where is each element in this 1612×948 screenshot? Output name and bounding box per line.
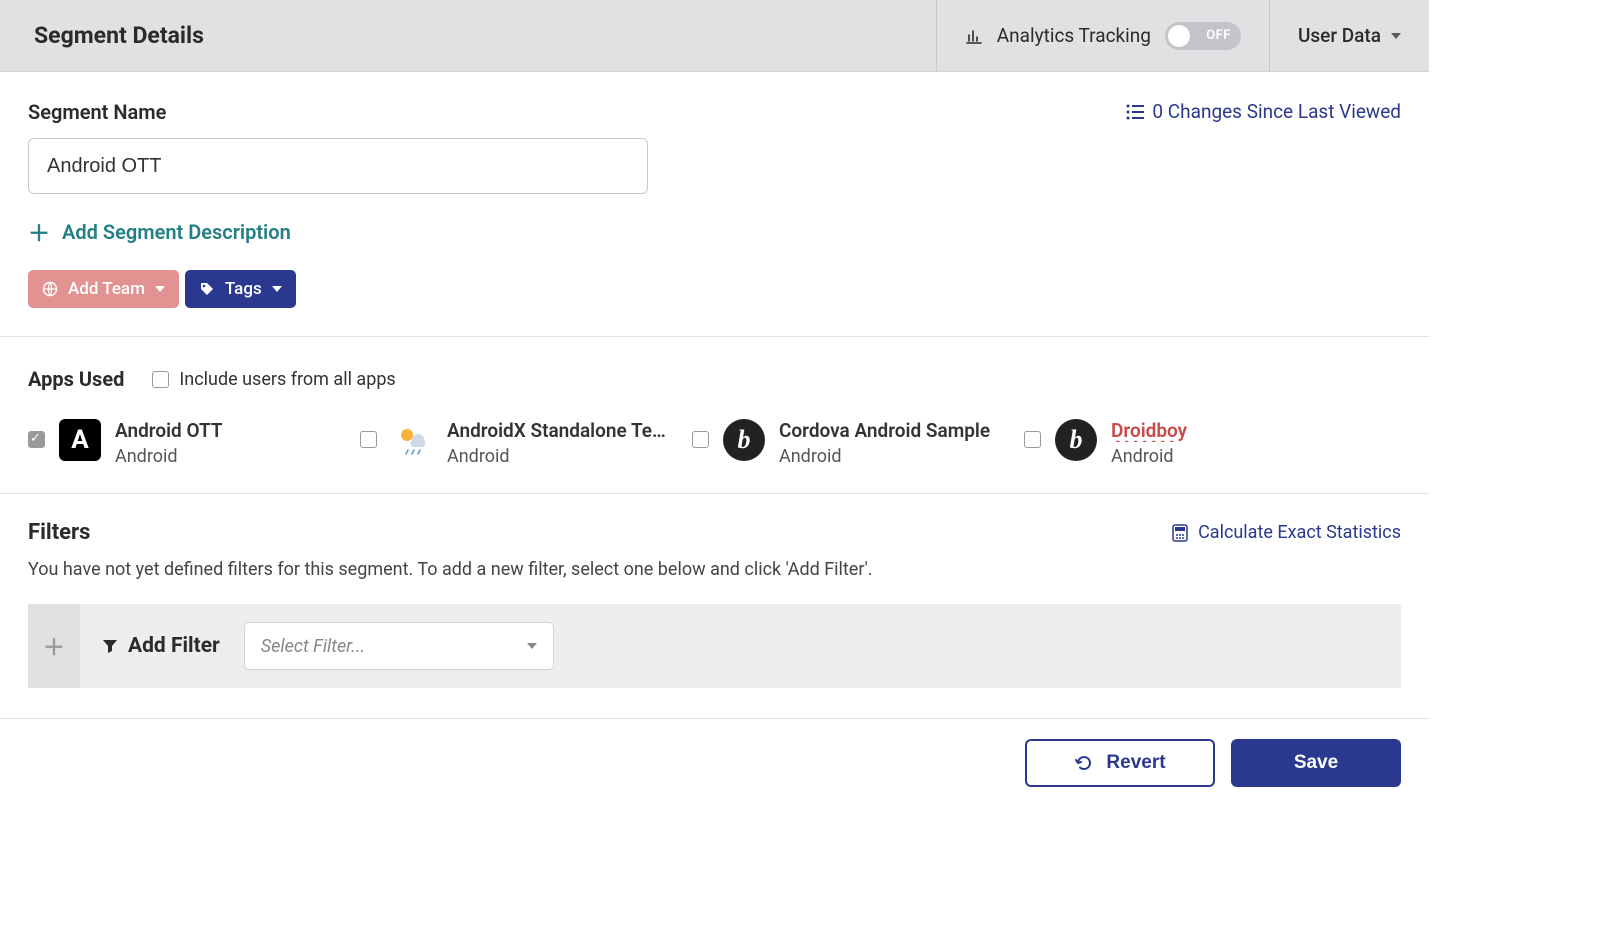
caret-down-icon: [527, 643, 537, 649]
save-label: Save: [1294, 752, 1338, 774]
include-all-apps-row[interactable]: Include users from all apps: [152, 369, 395, 390]
analytics-label: Analytics Tracking: [997, 24, 1151, 47]
changes-text: 0 Changes Since Last Viewed: [1152, 100, 1401, 123]
add-filter-plus[interactable]: ＋: [28, 604, 80, 688]
app-item: b Cordova Android Sample Android: [692, 419, 1024, 467]
app-icon: A: [59, 419, 101, 461]
app-name: AndroidX Standalone Te…: [447, 419, 666, 442]
undo-icon: [1074, 753, 1094, 773]
calculate-stats-label: Calculate Exact Statistics: [1198, 522, 1401, 543]
app-platform: Android: [1111, 446, 1187, 467]
changes-link[interactable]: 0 Changes Since Last Viewed: [1126, 100, 1401, 123]
chevron-down-icon: [1391, 33, 1401, 39]
add-filter-label-group: Add Filter: [102, 634, 220, 658]
app-item: AndroidX Standalone Te… Android: [360, 419, 692, 467]
user-data-section[interactable]: User Data: [1269, 0, 1429, 71]
bar-chart-icon: [965, 27, 983, 45]
tag-icon: [199, 281, 215, 297]
add-team-label: Add Team: [68, 279, 145, 299]
include-all-apps-checkbox[interactable]: [152, 371, 169, 388]
app-name: Droidboy: [1111, 419, 1187, 442]
footer-actions: Revert Save: [0, 718, 1429, 817]
save-button[interactable]: Save: [1231, 739, 1401, 787]
analytics-section: Analytics Tracking OFF: [936, 0, 1269, 71]
app-platform: Android: [447, 446, 666, 467]
funnel-icon: [102, 638, 118, 654]
add-description-button[interactable]: ＋ Add Segment Description: [28, 216, 1401, 248]
tags-label: Tags: [225, 279, 262, 299]
add-team-button[interactable]: Add Team: [28, 270, 179, 308]
app-name: Android OTT: [115, 419, 223, 442]
app-platform: Android: [115, 446, 223, 467]
segment-name-input[interactable]: [28, 138, 648, 194]
filter-bar: ＋ Add Filter Select Filter...: [28, 604, 1401, 688]
revert-button[interactable]: Revert: [1025, 739, 1215, 787]
analytics-toggle[interactable]: OFF: [1165, 22, 1241, 50]
topbar: Segment Details Analytics Tracking OFF U…: [0, 0, 1429, 72]
app-checkbox[interactable]: [28, 431, 45, 448]
add-filter-label: Add Filter: [128, 634, 220, 658]
filters-title: Filters: [28, 520, 90, 545]
app-checkbox[interactable]: [360, 431, 377, 448]
app-icon: b: [1055, 419, 1097, 461]
calculator-icon: [1172, 524, 1188, 542]
list-icon: [1126, 104, 1144, 120]
globe-icon: [42, 281, 58, 297]
app-checkbox[interactable]: [692, 431, 709, 448]
segment-name-label: Segment Name: [28, 100, 648, 124]
plus-icon: ＋: [28, 216, 50, 248]
filter-select-placeholder: Select Filter...: [261, 636, 365, 657]
app-item: b Droidboy Android: [1024, 419, 1356, 467]
user-data-label: User Data: [1298, 24, 1381, 47]
calculate-stats-link[interactable]: Calculate Exact Statistics: [1172, 522, 1401, 543]
filter-select[interactable]: Select Filter...: [244, 622, 554, 670]
app-checkbox[interactable]: [1024, 431, 1041, 448]
app-icon: b: [723, 419, 765, 461]
caret-down-icon: [272, 286, 282, 292]
apps-used-title: Apps Used: [28, 367, 124, 391]
add-description-label: Add Segment Description: [62, 220, 291, 244]
revert-label: Revert: [1106, 752, 1165, 774]
tags-button[interactable]: Tags: [185, 270, 296, 308]
app-platform: Android: [779, 446, 990, 467]
app-item: A Android OTT Android: [28, 419, 360, 467]
filters-empty-message: You have not yet defined filters for thi…: [28, 559, 1401, 580]
app-name: Cordova Android Sample: [779, 419, 990, 442]
toggle-state: OFF: [1206, 28, 1231, 43]
caret-down-icon: [155, 286, 165, 292]
include-all-apps-label: Include users from all apps: [179, 369, 395, 390]
toggle-knob: [1168, 25, 1190, 47]
app-icon: [391, 419, 433, 461]
page-title: Segment Details: [0, 22, 936, 49]
